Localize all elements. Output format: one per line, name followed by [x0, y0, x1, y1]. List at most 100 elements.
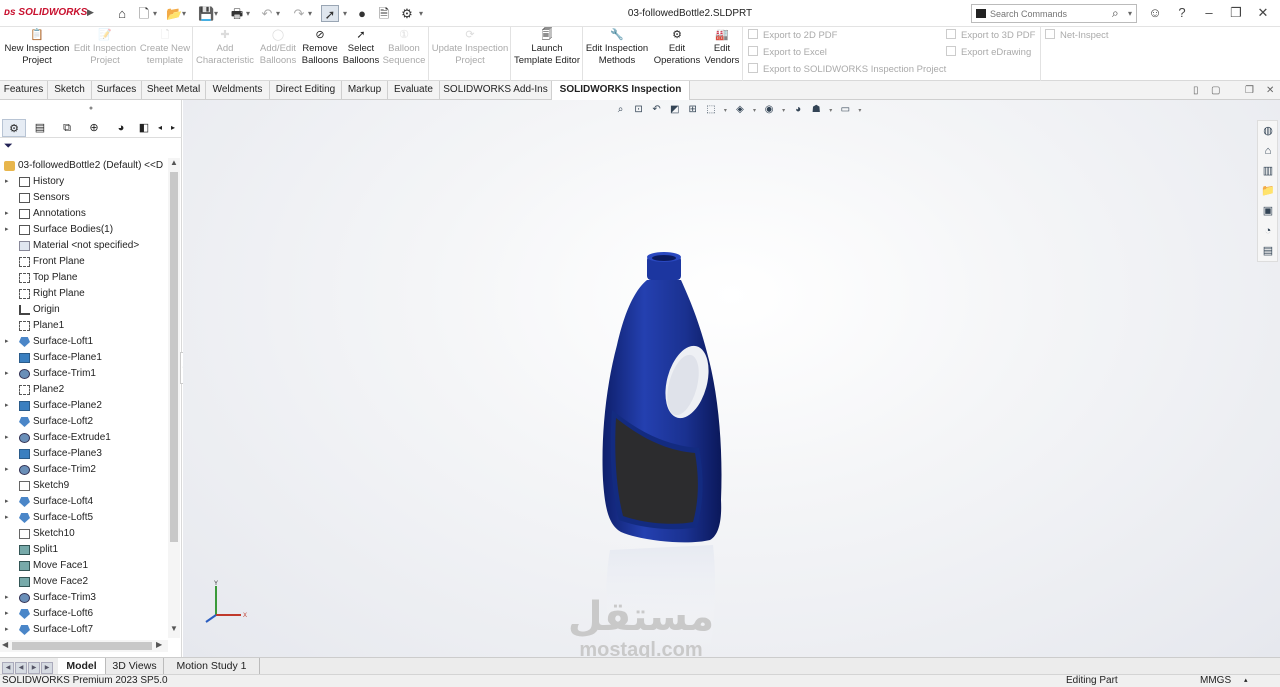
- zoom-to-fit-icon[interactable]: ⌕: [613, 104, 628, 115]
- net-inspect-button[interactable]: Net-Inspect: [1045, 29, 1109, 43]
- edit-inspection-project-button[interactable]: 📝 Edit Inspection Project: [72, 29, 138, 77]
- doc-minimize-icon[interactable]: ▯: [1193, 85, 1199, 96]
- unit-dropdown-icon[interactable]: ▴: [1244, 675, 1248, 687]
- tree-item[interactable]: Split1: [0, 542, 168, 558]
- tree-root-part[interactable]: 03-followedBottle2 (Default) <<D: [0, 158, 168, 174]
- tree-item[interactable]: Surface-Plane1: [0, 350, 168, 366]
- expand-arrow-icon[interactable]: ▸: [5, 398, 9, 414]
- expand-arrow-icon[interactable]: ▸: [5, 590, 9, 606]
- view-orientation-dropdown-icon[interactable]: ▾: [721, 107, 729, 114]
- view-settings-dropdown-icon[interactable]: ▾: [856, 107, 864, 114]
- zoom-to-area-icon[interactable]: ⊡: [631, 104, 646, 115]
- apply-scene-icon[interactable]: ☗: [809, 104, 824, 115]
- tab-features[interactable]: Features: [0, 81, 48, 100]
- search-icon[interactable]: ⌕: [1112, 6, 1119, 21]
- balloon-sequence-button[interactable]: ① Balloon Sequence: [382, 29, 426, 77]
- scroll-down-icon[interactable]: ▼: [170, 624, 178, 633]
- undo-dropdown-icon[interactable]: ▾: [274, 5, 282, 22]
- next-tab-icon[interactable]: ▶: [28, 662, 40, 674]
- expand-arrow-icon[interactable]: ▸: [5, 494, 9, 510]
- rebuild-icon[interactable]: ●: [355, 5, 369, 22]
- tab-3d-views[interactable]: 3D Views: [106, 658, 164, 675]
- tree-item[interactable]: Right Plane: [0, 286, 168, 302]
- create-new-template-button[interactable]: 🗋 Create New template: [138, 29, 192, 77]
- design-library-icon[interactable]: ▥: [1260, 163, 1276, 179]
- tree-item[interactable]: Plane1: [0, 318, 168, 334]
- tab-motion-study-1[interactable]: Motion Study 1: [164, 658, 260, 675]
- home-pane-icon[interactable]: ⌂: [1260, 143, 1276, 159]
- tree-horizontal-scrollbar[interactable]: ◀ ▶: [0, 640, 168, 652]
- property-manager-tab-icon[interactable]: ▤: [28, 119, 52, 137]
- dimxpert-tab-icon[interactable]: ⊕: [82, 119, 106, 137]
- user-account-icon[interactable]: ☺: [1146, 5, 1164, 20]
- tree-item[interactable]: ▸ Surface-Loft4: [0, 494, 168, 510]
- tree-item[interactable]: ▸ Surface-Loft6: [0, 606, 168, 622]
- tree-item[interactable]: Plane2: [0, 382, 168, 398]
- undo-icon[interactable]: ↶: [260, 5, 274, 22]
- edit-inspection-methods-button[interactable]: 🔧 Edit Inspection Methods: [584, 29, 650, 77]
- minimize-icon[interactable]: –: [1200, 5, 1218, 20]
- export-3d-pdf-button[interactable]: Export to 3D PDF: [946, 29, 1035, 43]
- save-dropdown-icon[interactable]: ▾: [212, 5, 220, 22]
- bottle-model[interactable]: [595, 250, 725, 650]
- options-gear-icon[interactable]: ⚙: [399, 5, 415, 22]
- redo-icon[interactable]: ↷: [292, 5, 306, 22]
- update-inspection-project-button[interactable]: ⟳ Update Inspection Project: [430, 29, 510, 77]
- dynamic-annotation-icon[interactable]: ⊞: [685, 104, 700, 115]
- remove-balloons-button[interactable]: ⊘ Remove Balloons: [300, 29, 340, 77]
- select-cursor-icon[interactable]: ➚: [321, 5, 339, 22]
- tree-item[interactable]: ▸ Surface-Trim1: [0, 366, 168, 382]
- file-properties-icon[interactable]: 🗎: [377, 5, 391, 22]
- tree-item[interactable]: Top Plane: [0, 270, 168, 286]
- previous-view-icon[interactable]: ↶: [649, 104, 664, 115]
- inspection-tab-icon[interactable]: ◧: [136, 119, 152, 137]
- first-tab-icon[interactable]: ◀: [2, 662, 14, 674]
- export-edrawing-button[interactable]: Export eDrawing: [946, 46, 1031, 60]
- tree-item[interactable]: ▸ Surface-Extrude1: [0, 430, 168, 446]
- tab-solidworks-inspection[interactable]: SOLIDWORKS Inspection: [552, 81, 690, 101]
- solidworks-logo[interactable]: ᴅs SOLIDWORKS: [4, 7, 87, 18]
- tree-item[interactable]: ▸ Annotations: [0, 206, 168, 222]
- tab-surfaces[interactable]: Surfaces: [92, 81, 142, 100]
- tree-item[interactable]: Sketch10: [0, 526, 168, 542]
- expand-arrow-icon[interactable]: ▸: [5, 430, 9, 446]
- tab-evaluate[interactable]: Evaluate: [388, 81, 440, 100]
- expand-arrow-icon[interactable]: ▸: [5, 462, 9, 478]
- expand-arrow-icon[interactable]: ▸: [5, 334, 9, 350]
- tree-item[interactable]: Move Face2: [0, 574, 168, 590]
- expand-arrow-icon[interactable]: ▸: [5, 366, 9, 382]
- doc-tile-icon[interactable]: ▢: [1211, 85, 1220, 96]
- display-style-dropdown-icon[interactable]: ▾: [751, 107, 759, 114]
- expand-arrow-icon[interactable]: ▸: [5, 606, 9, 622]
- hide-show-dropdown-icon[interactable]: ▾: [780, 107, 788, 114]
- tree-item[interactable]: ▸ History: [0, 174, 168, 190]
- select-balloons-button[interactable]: ➚ Select Balloons: [340, 29, 382, 77]
- hide-show-items-icon[interactable]: ◉: [762, 104, 777, 115]
- logo-menu-arrow-icon[interactable]: ▶: [87, 7, 94, 18]
- help-icon[interactable]: ?: [1173, 5, 1191, 20]
- open-dropdown-icon[interactable]: ▾: [180, 5, 188, 22]
- new-inspection-project-button[interactable]: 📋 New Inspection Project: [2, 29, 72, 77]
- tree-item[interactable]: ▸ Surface-Trim3: [0, 590, 168, 606]
- expand-arrow-icon[interactable]: ▸: [5, 222, 9, 238]
- tree-item[interactable]: Sensors: [0, 190, 168, 206]
- tree-item[interactable]: Sketch9: [0, 478, 168, 494]
- file-explorer-icon[interactable]: 📁: [1260, 183, 1276, 199]
- tab-direct-editing[interactable]: Direct Editing: [270, 81, 342, 100]
- solidworks-resources-icon[interactable]: ◍: [1260, 123, 1276, 139]
- edit-operations-button[interactable]: ⚙ Edit Operations: [650, 29, 704, 77]
- unit-system[interactable]: MMGS: [1200, 675, 1231, 687]
- configuration-manager-tab-icon[interactable]: ⧉: [55, 119, 79, 137]
- restore-icon[interactable]: ❐: [1227, 5, 1245, 21]
- search-dropdown-icon[interactable]: ▾: [1128, 9, 1132, 18]
- print-icon[interactable]: 🖶: [230, 5, 244, 22]
- tab-model[interactable]: Model: [58, 658, 106, 675]
- scroll-left-icon[interactable]: ◀: [2, 640, 8, 649]
- expand-arrow-icon[interactable]: ▸: [5, 174, 9, 190]
- tab-sketch[interactable]: Sketch: [48, 81, 92, 100]
- options-dropdown-icon[interactable]: ▾: [417, 5, 425, 22]
- tree-item[interactable]: ▸ Surface-Loft1: [0, 334, 168, 350]
- export-inspection-project-button[interactable]: Export to SOLIDWORKS Inspection Project: [748, 63, 946, 77]
- search-commands-box[interactable]: ⌕ ▾: [971, 4, 1137, 23]
- tab-scroll-left-icon[interactable]: ◂: [154, 119, 166, 137]
